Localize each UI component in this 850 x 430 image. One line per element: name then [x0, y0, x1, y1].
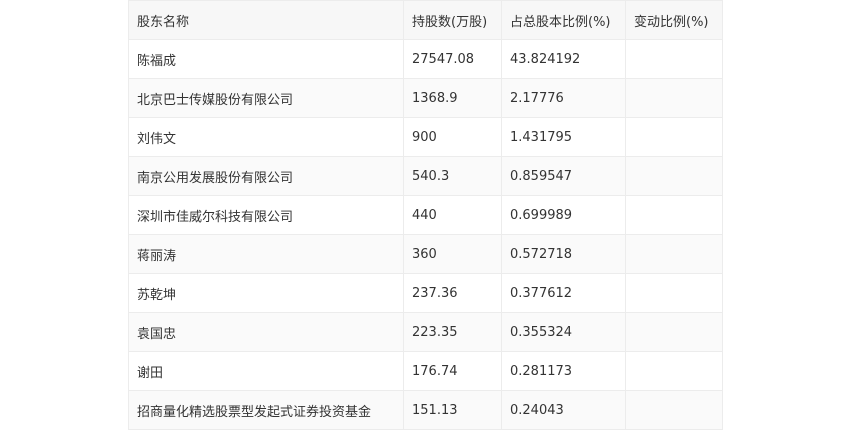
shareholders-table: 股东名称 持股数(万股) 占总股本比例(%) 变动比例(%) 陈福成 27547…	[128, 0, 723, 430]
cell-change-ratio	[625, 234, 723, 274]
cell-ratio: 2.17776	[501, 78, 626, 118]
cell-shares: 151.13	[403, 390, 502, 430]
cell-holder-name: 蒋丽涛	[128, 234, 404, 274]
cell-shares: 237.36	[403, 273, 502, 313]
cell-holder-name: 南京公用发展股份有限公司	[128, 156, 404, 196]
cell-holder-name: 深圳市佳威尔科技有限公司	[128, 195, 404, 235]
cell-change-ratio	[625, 312, 723, 352]
cell-holder-name: 苏乾坤	[128, 273, 404, 313]
cell-change-ratio	[625, 390, 723, 430]
table-row: 苏乾坤 237.36 0.377612	[128, 273, 723, 313]
table-row: 北京巴士传媒股份有限公司 1368.9 2.17776	[128, 78, 723, 118]
page: 股东名称 持股数(万股) 占总股本比例(%) 变动比例(%) 陈福成 27547…	[0, 0, 850, 430]
cell-ratio: 1.431795	[501, 117, 626, 157]
cell-holder-name: 谢田	[128, 351, 404, 391]
cell-ratio: 0.355324	[501, 312, 626, 352]
table-row: 南京公用发展股份有限公司 540.3 0.859547	[128, 156, 723, 196]
cell-change-ratio	[625, 273, 723, 313]
header-holder-name: 股东名称	[128, 0, 404, 40]
header-change-ratio: 变动比例(%)	[625, 0, 723, 40]
cell-holder-name: 刘伟文	[128, 117, 404, 157]
header-shares: 持股数(万股)	[403, 0, 502, 40]
cell-ratio: 0.281173	[501, 351, 626, 391]
table-row: 招商量化精选股票型发起式证券投资基金 151.13 0.24043	[128, 390, 723, 430]
table-row: 陈福成 27547.08 43.824192	[128, 39, 723, 79]
cell-ratio: 0.377612	[501, 273, 626, 313]
cell-ratio: 43.824192	[501, 39, 626, 79]
cell-shares: 1368.9	[403, 78, 502, 118]
cell-change-ratio	[625, 156, 723, 196]
cell-holder-name: 招商量化精选股票型发起式证券投资基金	[128, 390, 404, 430]
cell-holder-name: 袁国忠	[128, 312, 404, 352]
cell-holder-name: 北京巴士传媒股份有限公司	[128, 78, 404, 118]
table-header: 股东名称 持股数(万股) 占总股本比例(%) 变动比例(%)	[128, 0, 723, 40]
cell-ratio: 0.859547	[501, 156, 626, 196]
cell-ratio: 0.699989	[501, 195, 626, 235]
table-row: 袁国忠 223.35 0.355324	[128, 312, 723, 352]
cell-shares: 360	[403, 234, 502, 274]
table-row: 谢田 176.74 0.281173	[128, 351, 723, 391]
cell-shares: 27547.08	[403, 39, 502, 79]
cell-ratio: 0.24043	[501, 390, 626, 430]
cell-change-ratio	[625, 39, 723, 79]
table-row: 刘伟文 900 1.431795	[128, 117, 723, 157]
cell-change-ratio	[625, 351, 723, 391]
cell-shares: 176.74	[403, 351, 502, 391]
cell-shares: 540.3	[403, 156, 502, 196]
cell-change-ratio	[625, 195, 723, 235]
cell-shares: 440	[403, 195, 502, 235]
table-body: 陈福成 27547.08 43.824192 北京巴士传媒股份有限公司 1368…	[128, 39, 723, 430]
header-row: 股东名称 持股数(万股) 占总股本比例(%) 变动比例(%)	[128, 0, 723, 40]
cell-change-ratio	[625, 78, 723, 118]
cell-shares: 223.35	[403, 312, 502, 352]
cell-holder-name: 陈福成	[128, 39, 404, 79]
cell-ratio: 0.572718	[501, 234, 626, 274]
header-ratio: 占总股本比例(%)	[501, 0, 626, 40]
table-row: 蒋丽涛 360 0.572718	[128, 234, 723, 274]
cell-change-ratio	[625, 117, 723, 157]
table-row: 深圳市佳威尔科技有限公司 440 0.699989	[128, 195, 723, 235]
cell-shares: 900	[403, 117, 502, 157]
